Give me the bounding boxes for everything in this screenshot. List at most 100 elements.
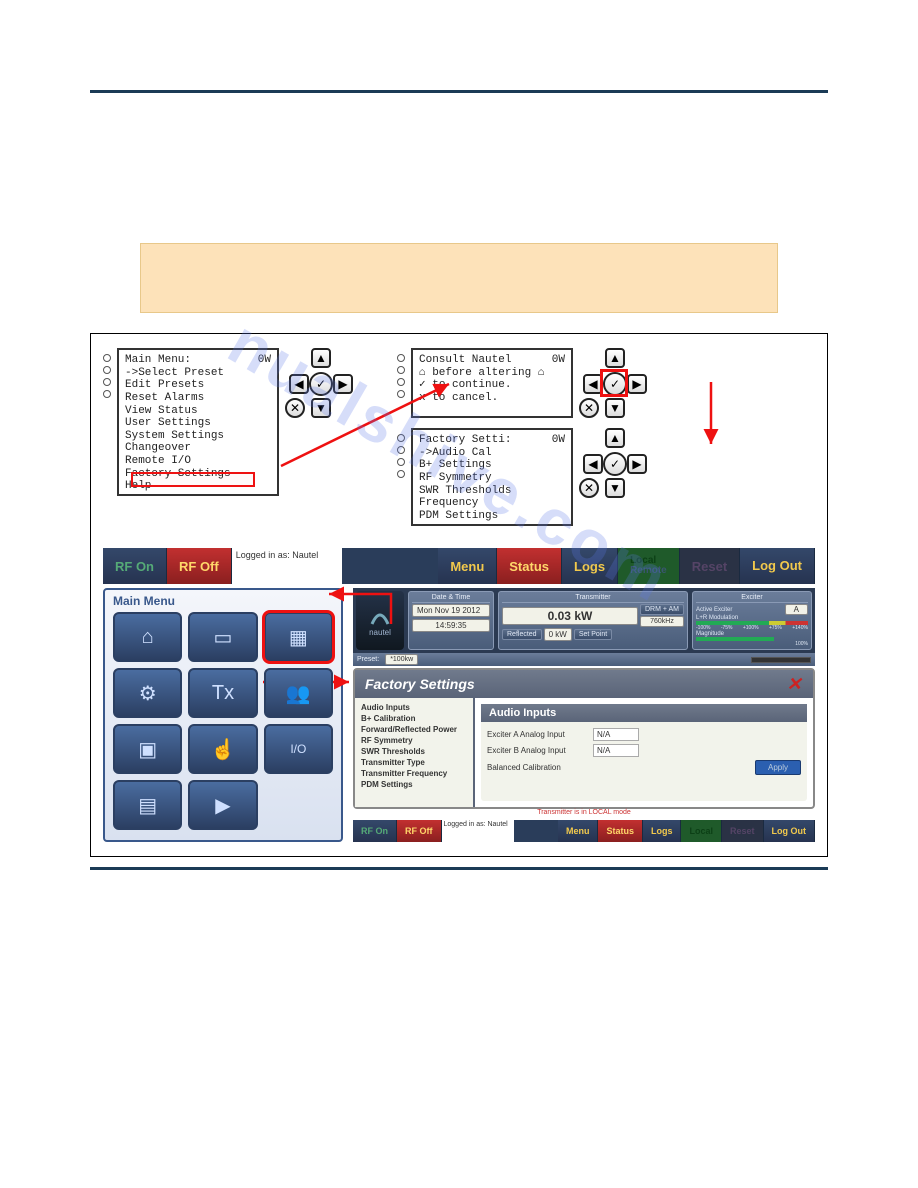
exciter-b-value[interactable]: N/A: [593, 744, 639, 757]
exciter-a-label: Exciter A Analog Input: [487, 730, 587, 739]
lcd-power: 0W: [552, 354, 565, 367]
menu-precorrection[interactable]: Tx: [188, 668, 257, 718]
logout-button[interactable]: Log Out: [740, 548, 815, 584]
meter-bar: [751, 657, 811, 663]
aui-panel: nautel Date & Time Mon Nov 19 2012 14:59…: [353, 588, 815, 842]
lcd-item: View Status: [125, 405, 271, 418]
nav-up-button[interactable]: ▲: [605, 348, 625, 368]
power-value: 0.03 kW: [502, 607, 638, 625]
menu-remote-io[interactable]: I/O: [264, 724, 333, 774]
preset-label: Preset:: [357, 656, 379, 663]
magnitude-pct: 100%: [696, 641, 808, 647]
nav-cancel-button[interactable]: ✕: [579, 398, 599, 418]
close-button[interactable]: ✕: [785, 675, 803, 693]
nav-right-button[interactable]: ▶: [333, 374, 353, 394]
menu-factory-settings[interactable]: ▦: [264, 612, 333, 662]
active-exciter-value: A: [785, 604, 808, 615]
side-item[interactable]: SWR Thresholds: [361, 747, 467, 756]
lcd-power: 0W: [258, 354, 271, 367]
lcd-item: PDM Settings: [419, 510, 565, 523]
aui-footer-toolbar: RF On RF Off Logged in as: Nautel Menu S…: [353, 820, 815, 842]
exciter-a-value[interactable]: N/A: [593, 728, 639, 741]
menu-presets[interactable]: ▭: [188, 612, 257, 662]
reflected-button[interactable]: Reflected: [502, 629, 542, 640]
main-menu-title: Main Menu: [113, 594, 333, 608]
local-button[interactable]: Local Remote: [618, 548, 680, 584]
tx-icon: Tx: [212, 682, 234, 705]
menu-scheduler[interactable]: ▤: [113, 780, 182, 830]
rf-off-button[interactable]: RF Off: [167, 548, 232, 584]
apply-button[interactable]: Apply: [755, 760, 801, 775]
logout-button[interactable]: Log Out: [764, 820, 816, 842]
menu-audio-player[interactable]: ▶: [188, 780, 257, 830]
remote-label: Remote: [630, 566, 667, 576]
nav-up-button[interactable]: ▲: [605, 428, 625, 448]
factory-settings-title: Factory Settings: [365, 676, 475, 692]
lcd-item: Frequency: [419, 497, 565, 510]
nav-right-button[interactable]: ▶: [627, 454, 647, 474]
lcd-title: Consult Nautel: [419, 354, 511, 367]
nav-down-button[interactable]: ▼: [605, 398, 625, 418]
side-item[interactable]: Audio Inputs: [361, 703, 467, 712]
reset-button[interactable]: Reset: [722, 820, 764, 842]
lcd-item: ->Audio Cal: [419, 447, 565, 460]
lcd-indicator: [103, 354, 111, 362]
nav-up-button[interactable]: ▲: [311, 348, 331, 368]
date-value: Mon Nov 19 2012: [412, 604, 490, 617]
rf-off-button[interactable]: RF Off: [397, 820, 442, 842]
setpoint-button[interactable]: Set Point: [574, 629, 612, 640]
logs-button[interactable]: Logs: [643, 820, 682, 842]
highlight-check-button: [600, 369, 628, 397]
menu-changeover[interactable]: ▣: [113, 724, 182, 774]
lcd-indicator: [397, 378, 405, 386]
lcd-indicator: [397, 458, 405, 466]
nav-right-button[interactable]: ▶: [627, 374, 647, 394]
status-button[interactable]: Status: [598, 820, 643, 842]
logs-button[interactable]: Logs: [562, 548, 618, 584]
lcd-item: User Settings: [125, 417, 271, 430]
menu-system-settings[interactable]: ⚙: [113, 668, 182, 718]
nautel-logo: nautel: [356, 591, 404, 650]
side-item[interactable]: RF Symmetry: [361, 736, 467, 745]
nav-ok-button[interactable]: ✓: [309, 372, 333, 396]
main-menu-panel: Main Menu ⌂ ▭ ▦ ⚙ Tx 👥 ▣ ☝ I/O ▤ ▶: [103, 588, 343, 842]
nav-down-button[interactable]: ▼: [311, 398, 331, 418]
lcd-factory-screen: Factory Setti: 0W ->Audio Cal B+ Setting…: [411, 428, 573, 526]
balanced-cal-label: Balanced Calibration: [487, 763, 587, 772]
menu-button[interactable]: Menu: [558, 820, 599, 842]
exciter-header: Exciter: [696, 594, 808, 603]
transmitter-header: Transmitter: [502, 594, 684, 603]
nav-ok-button[interactable]: ✓: [603, 452, 627, 476]
lcd-item: Reset Alarms: [125, 392, 271, 405]
menu-user-accounts[interactable]: 👥: [264, 668, 333, 718]
side-item[interactable]: B+ Calibration: [361, 714, 467, 723]
local-button[interactable]: Local: [681, 820, 722, 842]
side-item[interactable]: Transmitter Frequency: [361, 769, 467, 778]
nav-cancel-button[interactable]: ✕: [285, 398, 305, 418]
lcd-indicator: [103, 366, 111, 374]
rf-on-button[interactable]: RF On: [353, 820, 397, 842]
menu-button[interactable]: Menu: [438, 548, 497, 584]
touch-icon: ☝: [211, 737, 236, 762]
nav-left-button[interactable]: ◀: [583, 454, 603, 474]
reset-button[interactable]: Reset: [680, 548, 740, 584]
nav-down-button[interactable]: ▼: [605, 478, 625, 498]
lcd-line: ⌂ before altering ⌂: [419, 367, 565, 380]
lcd-item: Edit Presets: [125, 379, 271, 392]
lcd-line: ✓ to continue.: [419, 379, 565, 392]
login-status: Logged in as: Nautel: [442, 820, 514, 842]
clock-icon: ▤: [138, 793, 157, 818]
nav-left-button[interactable]: ◀: [289, 374, 309, 394]
side-item[interactable]: Transmitter Type: [361, 758, 467, 767]
lcd-consult-unit: Consult Nautel 0W ⌂ before altering ⌂ ✓ …: [397, 348, 651, 420]
nav-cancel-button[interactable]: ✕: [579, 478, 599, 498]
time-value: 14:59:35: [412, 619, 490, 632]
side-item[interactable]: Forward/Reflected Power: [361, 725, 467, 734]
rf-on-button[interactable]: RF On: [103, 548, 167, 584]
lcd-item: System Settings: [125, 430, 271, 443]
side-item[interactable]: PDM Settings: [361, 780, 467, 789]
freq-value: 760kHz: [640, 616, 684, 627]
status-button[interactable]: Status: [497, 548, 562, 584]
menu-home[interactable]: ⌂: [113, 612, 182, 662]
menu-user-settings[interactable]: ☝: [188, 724, 257, 774]
